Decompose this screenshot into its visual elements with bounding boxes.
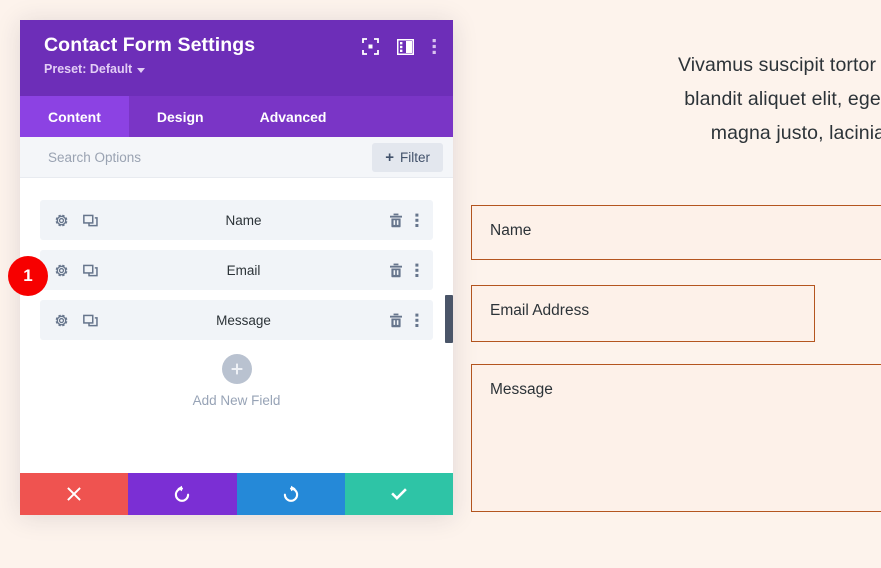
close-button[interactable] bbox=[20, 473, 129, 515]
trash-icon[interactable] bbox=[389, 263, 403, 278]
layout-panel-icon[interactable] bbox=[397, 38, 414, 55]
filter-button[interactable]: + Filter bbox=[372, 142, 443, 172]
gear-icon[interactable] bbox=[54, 313, 69, 328]
row-right-icons bbox=[389, 263, 419, 278]
row-right-icons bbox=[389, 213, 419, 228]
table-row[interactable]: Email bbox=[40, 250, 433, 290]
preview-field-email[interactable]: Email Address bbox=[471, 285, 815, 342]
x-icon bbox=[67, 487, 81, 501]
field-list: Name Email Message Add New Field bbox=[20, 178, 453, 492]
gear-icon[interactable] bbox=[54, 213, 69, 228]
row-left-icons bbox=[54, 313, 98, 328]
page-root: Vivamus suscipit tortor eget felis po bl… bbox=[0, 0, 881, 568]
search-bar: + Filter bbox=[20, 137, 453, 178]
redo-arrow-icon bbox=[283, 485, 298, 502]
website-preview: Vivamus suscipit tortor eget felis po bl… bbox=[453, 0, 881, 568]
status-badge: 1 bbox=[8, 256, 48, 296]
tab-advanced[interactable]: Advanced bbox=[232, 96, 355, 137]
trash-icon[interactable] bbox=[389, 213, 403, 228]
field-row-label: Email bbox=[226, 262, 261, 278]
modal-header-icons bbox=[362, 38, 437, 55]
more-vertical-icon[interactable] bbox=[415, 213, 419, 228]
check-icon bbox=[391, 487, 407, 500]
preset-label: Preset: Default bbox=[44, 62, 133, 76]
preview-field-message[interactable]: Message bbox=[471, 364, 881, 512]
focus-icon[interactable] bbox=[362, 38, 379, 55]
preset-dropdown[interactable]: Preset: Default bbox=[44, 62, 146, 76]
duplicate-icon[interactable] bbox=[83, 313, 98, 328]
plus-icon bbox=[231, 363, 242, 375]
modal-header: Contact Form Settings Preset: Default bbox=[20, 20, 453, 96]
undo-arrow-icon bbox=[175, 485, 190, 502]
preview-paragraph: Vivamus suscipit tortor eget felis po bl… bbox=[677, 54, 881, 144]
save-button[interactable] bbox=[344, 473, 453, 515]
modal-tabs: Content Design Advanced bbox=[20, 96, 453, 137]
redo-button[interactable] bbox=[236, 473, 345, 515]
search-input[interactable] bbox=[46, 148, 373, 166]
more-vertical-icon[interactable] bbox=[432, 38, 437, 55]
gear-icon[interactable] bbox=[54, 263, 69, 278]
row-right-icons bbox=[389, 313, 419, 328]
preview-field-name[interactable]: Name bbox=[471, 205, 881, 260]
filter-button-label: Filter bbox=[400, 149, 430, 165]
row-left-icons bbox=[54, 213, 98, 228]
trash-icon[interactable] bbox=[389, 313, 403, 328]
add-new-field-label: Add New Field bbox=[192, 393, 281, 408]
modal-footer bbox=[20, 473, 453, 515]
tab-design[interactable]: Design bbox=[129, 96, 232, 137]
chevron-down-icon bbox=[137, 67, 146, 73]
more-vertical-icon[interactable] bbox=[415, 263, 419, 278]
duplicate-icon[interactable] bbox=[83, 263, 98, 278]
undo-button[interactable] bbox=[128, 473, 237, 515]
duplicate-icon[interactable] bbox=[83, 213, 98, 228]
scrollbar-thumb[interactable] bbox=[445, 295, 453, 343]
contact-form-settings-modal: Contact Form Settings Preset: Default Co… bbox=[20, 20, 453, 515]
more-vertical-icon[interactable] bbox=[415, 313, 419, 328]
field-row-label: Name bbox=[225, 212, 262, 228]
table-row[interactable]: Message bbox=[40, 300, 433, 340]
row-left-icons bbox=[54, 263, 98, 278]
tab-content[interactable]: Content bbox=[20, 96, 129, 137]
table-row[interactable]: Name bbox=[40, 200, 433, 240]
field-row-label: Message bbox=[216, 312, 271, 328]
add-new-field-button[interactable]: Add New Field bbox=[40, 354, 433, 408]
plus-circle-icon bbox=[221, 354, 252, 384]
plus-icon: + bbox=[385, 148, 394, 166]
